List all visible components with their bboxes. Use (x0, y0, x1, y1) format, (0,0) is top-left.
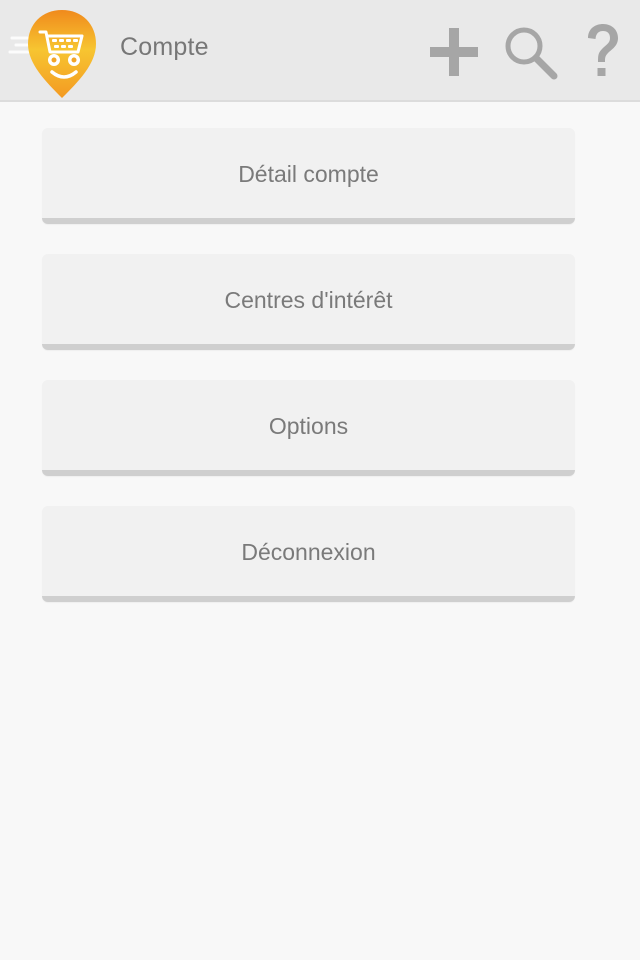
account-details-button[interactable]: Détail compte (42, 128, 575, 224)
help-button[interactable] (570, 20, 634, 84)
logout-button[interactable]: Déconnexion (42, 506, 575, 602)
magnifier-icon (505, 27, 558, 80)
plus-icon (430, 28, 478, 76)
page-title: Compte (120, 33, 209, 61)
add-button[interactable] (422, 20, 486, 84)
options-button[interactable]: Options (42, 380, 575, 476)
account-menu: Détail compte Centres d'intérêt Options … (42, 128, 575, 632)
top-bar: Compte (0, 0, 640, 102)
interests-button[interactable]: Centres d'intérêt (42, 254, 575, 350)
logout-label: Déconnexion (241, 538, 376, 565)
interests-label: Centres d'intérêt (224, 286, 393, 313)
search-button[interactable] (498, 20, 562, 84)
question-mark-icon (588, 24, 618, 76)
options-label: Options (268, 412, 349, 439)
app-logo-icon[interactable] (8, 4, 100, 100)
account-details-label: Détail compte (238, 160, 379, 187)
app-screen: Compte Détail compte Centres d'intérêt O… (0, 0, 640, 960)
shopping-cart-mascot-icon (8, 10, 96, 98)
